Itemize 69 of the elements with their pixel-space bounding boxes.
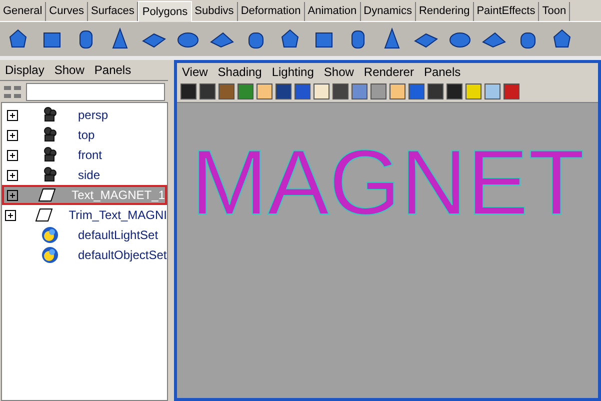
item-label: Trim_Text_MAGNI bbox=[68, 207, 167, 224]
outliner-item[interactable]: front bbox=[2, 145, 167, 165]
viewport-tool-icon[interactable] bbox=[180, 83, 197, 100]
item-label: defaultObjectSet bbox=[78, 247, 167, 264]
item-label: front bbox=[78, 147, 102, 164]
viewport-tool-icon[interactable] bbox=[370, 83, 387, 100]
camera-icon bbox=[41, 166, 59, 184]
menu-item[interactable]: Show bbox=[54, 61, 84, 79]
viewport-tool-icon[interactable] bbox=[332, 83, 349, 100]
set-icon bbox=[41, 246, 59, 264]
filter-field[interactable] bbox=[26, 82, 165, 100]
shelf-tab[interactable]: Rendering bbox=[416, 2, 474, 21]
menu-item[interactable]: Shading bbox=[218, 63, 262, 81]
viewport-tool-icon[interactable] bbox=[484, 83, 501, 100]
outliner-item[interactable]: top bbox=[2, 125, 167, 145]
viewport-tool-icon[interactable] bbox=[275, 83, 292, 100]
shelf-tab[interactable]: Curves bbox=[46, 2, 88, 21]
item-label: top bbox=[78, 127, 95, 144]
shelf-tab[interactable]: Polygons bbox=[138, 1, 192, 22]
menu-item[interactable]: View bbox=[182, 63, 208, 81]
shelf-tab[interactable]: Subdivs bbox=[192, 2, 238, 21]
outliner-item[interactable]: Trim_Text_MAGNI bbox=[2, 205, 167, 225]
shelf-tab[interactable]: General bbox=[0, 2, 46, 21]
menu-item[interactable]: Panels bbox=[424, 63, 461, 81]
item-label: persp bbox=[78, 107, 108, 124]
shelf-tab[interactable]: Animation bbox=[304, 2, 361, 21]
viewport-tool-icon[interactable] bbox=[256, 83, 273, 100]
viewport-tool-icon[interactable] bbox=[446, 83, 463, 100]
viewport-tool-icon[interactable] bbox=[313, 83, 330, 100]
menu-item[interactable]: Renderer bbox=[364, 63, 414, 81]
viewport-tool-icon[interactable] bbox=[465, 83, 482, 100]
viewport-tool-icon[interactable] bbox=[218, 83, 235, 100]
menu-item[interactable]: Panels bbox=[94, 61, 132, 79]
expand-icon[interactable] bbox=[6, 110, 18, 120]
camera-icon bbox=[41, 106, 59, 124]
expand-icon[interactable] bbox=[6, 130, 18, 140]
shelf-tab[interactable]: Toon bbox=[539, 2, 570, 21]
mesh-text-model: MAGNET bbox=[191, 137, 585, 229]
menu-item[interactable]: Display bbox=[5, 61, 44, 79]
outliner-item[interactable]: side bbox=[2, 165, 167, 185]
curve-shape-icon bbox=[35, 208, 54, 222]
item-label: side bbox=[78, 167, 100, 184]
shelf-tab[interactable]: PaintEffects bbox=[474, 2, 540, 21]
viewport-tool-icon[interactable] bbox=[408, 83, 425, 100]
viewport-tool-icon[interactable] bbox=[427, 83, 444, 100]
viewport-tool-icon[interactable] bbox=[199, 83, 216, 100]
outliner-item[interactable]: defaultObjectSet bbox=[2, 245, 167, 265]
shelf-tab[interactable]: Dynamics bbox=[360, 2, 416, 21]
filter-icon[interactable] bbox=[3, 84, 23, 100]
outliner-item[interactable]: persp bbox=[2, 105, 167, 125]
outliner-item[interactable]: defaultLightSet bbox=[2, 225, 167, 245]
expand-icon[interactable] bbox=[6, 150, 18, 160]
camera-icon bbox=[41, 146, 59, 164]
camera-icon bbox=[41, 126, 59, 144]
viewport-tool-icon[interactable] bbox=[237, 83, 254, 100]
expand-icon[interactable] bbox=[7, 190, 18, 200]
menu-item[interactable]: Show bbox=[324, 63, 354, 81]
item-label: defaultLightSet bbox=[78, 227, 158, 244]
curve-shape-icon bbox=[38, 188, 56, 202]
set-icon bbox=[41, 226, 59, 244]
menu-item[interactable]: Lighting bbox=[272, 63, 314, 81]
item-label: Text_MAGNET_1 bbox=[72, 187, 165, 204]
shelf-tab[interactable]: Deformation bbox=[238, 2, 305, 21]
viewport-tool-icon[interactable] bbox=[351, 83, 368, 100]
viewport-tool-icon[interactable] bbox=[389, 83, 406, 100]
expand-icon[interactable] bbox=[5, 210, 16, 220]
expand-icon[interactable] bbox=[6, 170, 18, 180]
viewport-tool-icon[interactable] bbox=[294, 83, 311, 100]
viewport-tool-icon[interactable] bbox=[503, 83, 520, 100]
